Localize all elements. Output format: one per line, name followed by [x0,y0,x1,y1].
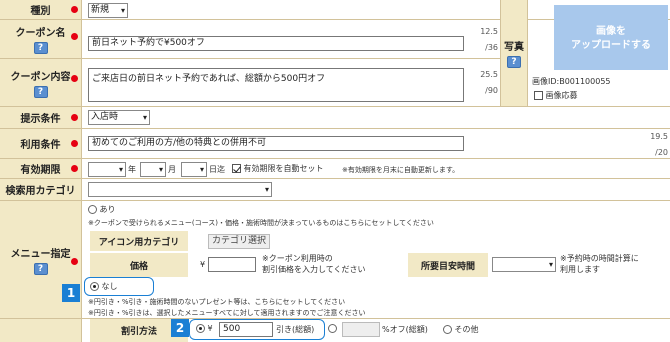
required-dot [71,6,78,13]
required-dot [71,75,78,82]
discount-percent-unit: %オフ(総額) [382,325,428,334]
menu-no-radio[interactable] [90,282,99,291]
menu-no-note2: ※円引き・%引きは、選択したメニューすべてに対して適用されますのでご注意ください [88,309,366,317]
required-dot [71,114,78,121]
discount-yen-option[interactable]: ¥ [196,324,213,333]
icon-category-label: アイコン用カテゴリ [90,231,188,251]
discount-other-radio[interactable] [443,325,452,334]
chevron-down-icon: ▾ [158,165,163,174]
discount-amount-unit: 引き(総額) [276,325,315,334]
image-id: 画像ID:B001100055 [532,77,611,86]
discount-percent-input[interactable] [342,322,380,337]
required-dot [71,33,78,40]
coupon-name-count: 12.5/36 [480,27,498,52]
coupon-content-row: クーポン内容 ? ご来店日の前日ネット予約であれば、総額から500円オフ 25.… [0,59,500,107]
upload-image-button[interactable]: 画像を アップロードする [554,5,668,70]
chevron-down-icon: ▾ [264,185,269,194]
step-badge-1: 1 [62,284,80,302]
present-condition-select[interactable]: 入店時 ▾ [88,110,150,125]
usage-condition-count: 19.5/20 [650,132,668,157]
expiry-row: 有効期限 ▾ 年 ▾ 月 ▾ 日迄 有効期限を自動セット ※有効期限を月末に自動… [0,159,670,179]
chevron-down-icon: ▾ [120,6,125,15]
step-badge-2: 2 [171,319,189,337]
discount-label-spacer [0,319,82,342]
search-category-row: 検索用カテゴリ ▾ [0,179,670,201]
discount-amount-input[interactable]: 500 [219,322,273,337]
required-dot [71,258,78,265]
price-input[interactable] [208,257,256,272]
expiry-label: 有効期限 [0,159,82,178]
expiry-month-select[interactable]: ▾ [140,162,166,177]
discount-percent-option[interactable] [328,324,337,333]
menu-yes-radio[interactable] [88,205,97,214]
coupon-name-row: クーポン名 ? 前日ネット予約で¥500オフ 12.5/36 [0,20,500,59]
chevron-down-icon: ▾ [118,165,123,174]
usage-condition-input[interactable]: 初めてのご利用の方/他の特典との併用不可 [88,136,464,151]
time-note: ※予約時の時間計算に 利用します [560,254,639,274]
price-label: 価格 [90,253,188,277]
help-icon[interactable]: ? [33,262,48,275]
chevron-down-icon: ▾ [199,165,204,174]
discount-row: 割引方法 2 ¥ 500 引き(総額) %オフ(総額) その他 [0,319,670,342]
coupon-content-label: クーポン内容 ? [0,59,82,106]
required-dot [71,165,78,172]
coupon-name-label: クーポン名 ? [0,20,82,58]
search-category-select[interactable]: ▾ [88,182,272,197]
image-apply[interactable]: 画像応募 [534,90,578,101]
expiry-note: ※有効期限を月末に自動更新します。 [342,166,460,174]
menu-option-yes[interactable]: あり [88,204,116,215]
menu-yes-note: ※クーポンで受けられるメニュー(コース)・価格・施術時間が決まっているものはこち… [88,219,434,227]
discount-other-option[interactable]: その他 [443,324,479,335]
year-unit: 年 [128,165,136,174]
photo-label: 写真 [504,42,524,53]
day-unit: 日迄 [209,165,225,174]
auto-renew[interactable]: 有効期限を自動セット [232,163,324,174]
time-label: 所要目安時間 [408,253,488,277]
present-condition-row: 提示条件 入店時 ▾ [0,107,670,129]
help-icon[interactable]: ? [33,42,48,54]
chevron-down-icon: ▾ [142,113,147,122]
expiry-year-select[interactable]: ▾ [88,162,126,177]
month-unit: 月 [168,165,176,174]
type-label: 種別 [0,0,82,19]
discount-yen-radio[interactable] [196,324,205,333]
price-yen: ¥ [200,260,206,269]
discount-percent-radio[interactable] [328,324,337,333]
chevron-down-icon: ▾ [548,260,553,269]
type-select[interactable]: 新規 ▾ [88,3,128,18]
usage-condition-label: 利用条件 [0,129,82,158]
present-condition-label: 提示条件 [0,107,82,128]
required-dot [71,140,78,147]
image-apply-checkbox[interactable] [534,91,543,100]
menu-no-note1: ※円引き・%引き・施術時間のないプレゼント等は、こちらにセットしてください [88,298,346,306]
coupon-content-textarea[interactable]: ご来店日の前日ネット予約であれば、総額から500円オフ [88,68,464,102]
usage-condition-row: 利用条件 初めてのご利用の方/他の特典との併用不可 19.5/20 [0,129,670,159]
price-note: ※クーポン利用時の 割引価格を入力してください [262,254,366,274]
category-select-button[interactable]: カテゴリ選択 [208,234,270,249]
auto-renew-checkbox[interactable] [232,164,241,173]
menu-option-no[interactable]: なし [90,281,118,292]
help-icon[interactable]: ? [33,85,48,98]
help-icon[interactable]: ? [507,56,521,68]
coupon-content-count: 25.5/90 [480,70,498,95]
photo-cell: 画像を アップロードする 画像ID:B001100055 画像応募 [528,0,670,107]
expiry-day-select[interactable]: ▾ [181,162,207,177]
time-select[interactable]: ▾ [492,257,556,272]
menu-row: メニュー指定 ? あり ※クーポンで受けられるメニュー(コース)・価格・施術時間… [0,201,670,319]
coupon-name-input[interactable]: 前日ネット予約で¥500オフ [88,36,464,51]
photo-label-cell: 写真 ? [500,0,528,107]
search-category-label: 検索用カテゴリ [0,179,82,200]
